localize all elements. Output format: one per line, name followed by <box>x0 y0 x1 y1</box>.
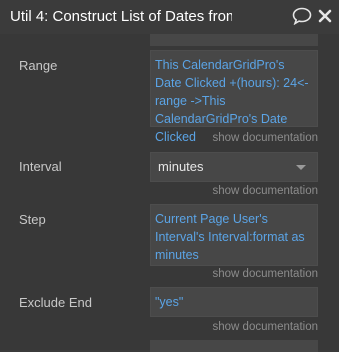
interval-label: Interval <box>19 159 62 174</box>
interval-selected-value: minutes <box>158 159 204 174</box>
step-show-documentation-link[interactable]: show documentation <box>213 267 318 281</box>
properties-panel: Range This CalendarGridPro's Date Clicke… <box>0 34 339 352</box>
range-expression-field[interactable]: This CalendarGridPro's Date Clicked +(ho… <box>150 50 318 144</box>
exclude-end-show-documentation-link[interactable]: show documentation <box>213 320 318 334</box>
comment-icon[interactable] <box>292 7 312 25</box>
panel-title: Util 4: Construct List of Dates from <box>10 8 232 25</box>
range-label: Range <box>19 58 58 73</box>
range-show-documentation-link[interactable]: show documentation <box>213 131 318 145</box>
step-expression-field[interactable]: Current Page User's Interval's Interval:… <box>150 204 318 266</box>
interval-show-documentation-link[interactable]: show documentation <box>213 184 318 198</box>
chevron-down-icon <box>296 165 306 170</box>
next-field-box[interactable] <box>150 340 318 352</box>
step-label: Step <box>19 212 46 227</box>
interval-dropdown[interactable]: minutes <box>150 152 318 182</box>
exclude-end-field[interactable]: "yes" <box>150 287 318 317</box>
close-icon[interactable] <box>318 9 332 23</box>
previous-field-box[interactable] <box>150 34 318 46</box>
exclude-end-label: Exclude End <box>19 295 92 310</box>
editor-header: Util 4: Construct List of Dates from <box>0 0 339 34</box>
